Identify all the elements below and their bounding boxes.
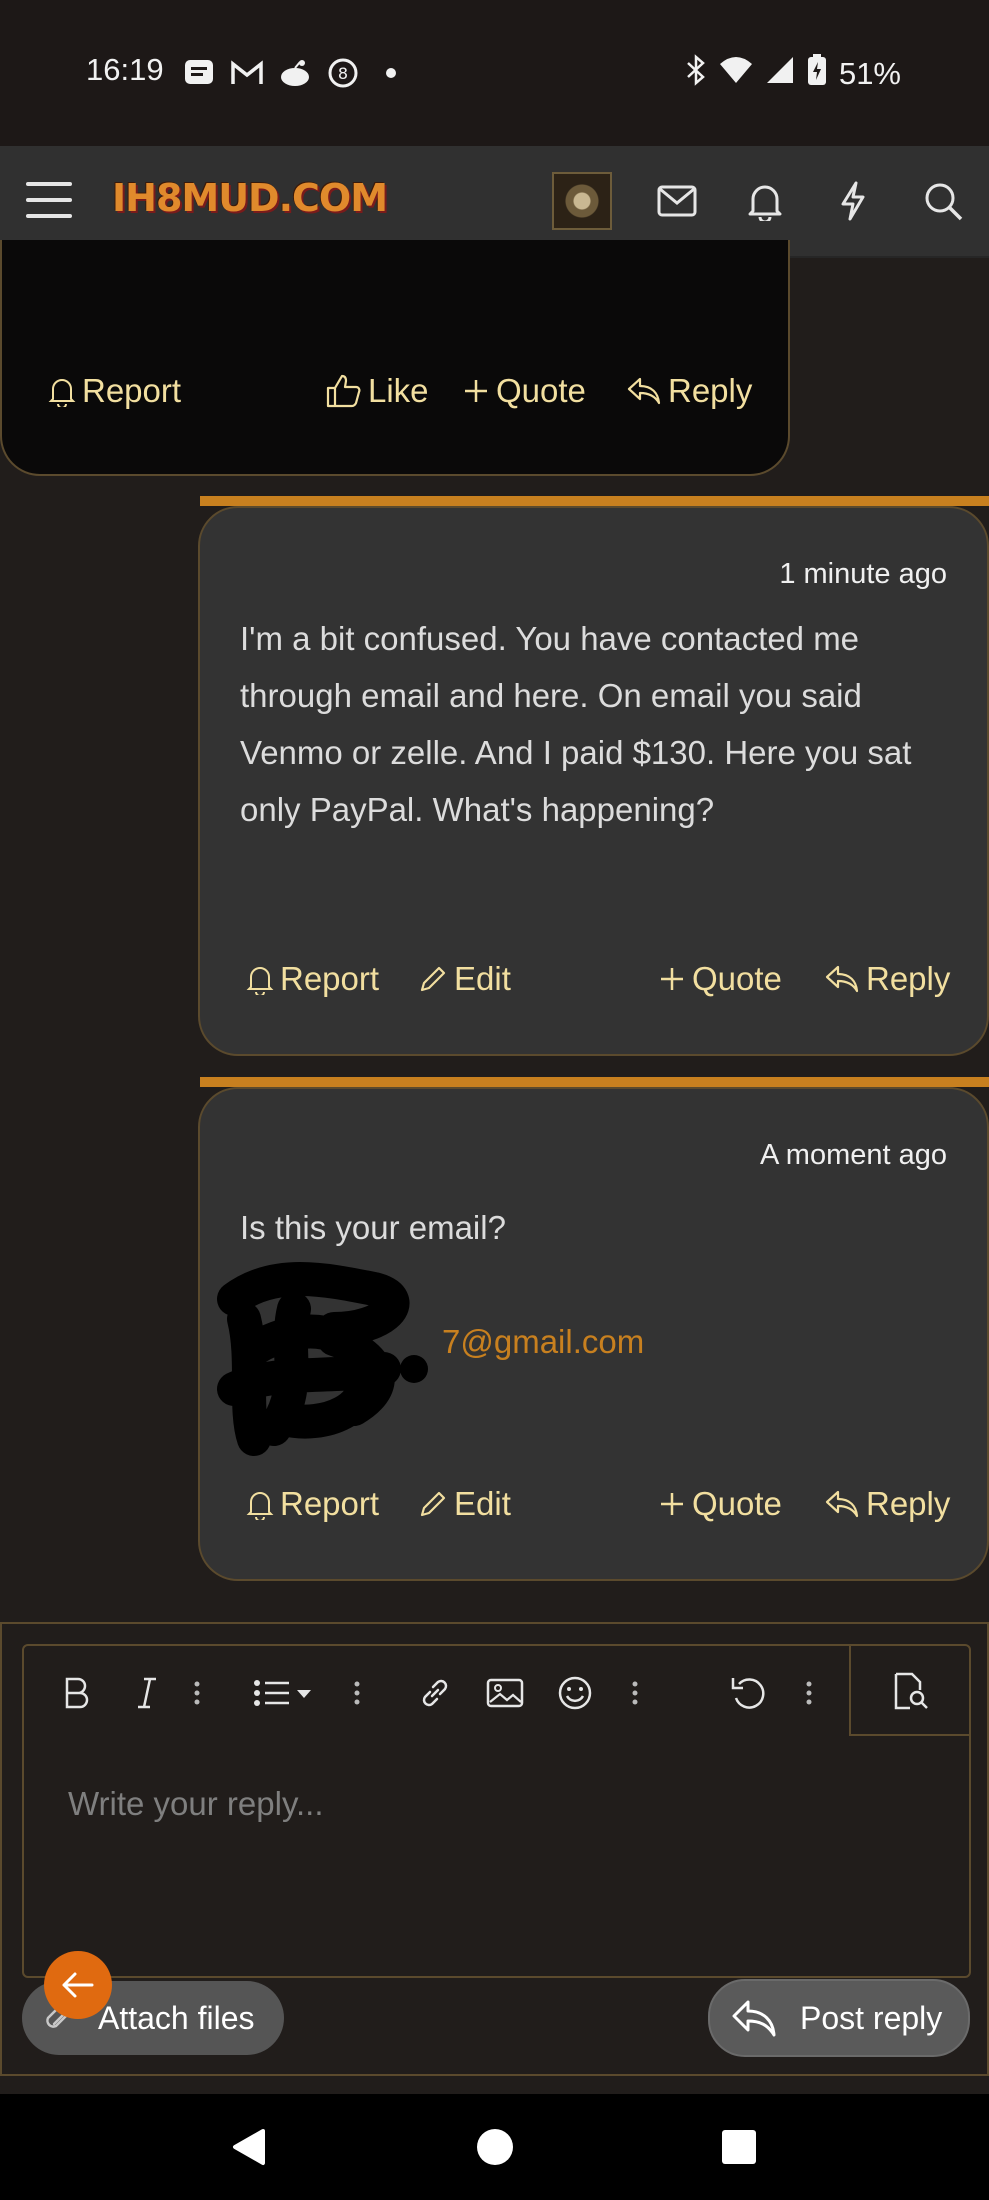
status-bar: 16:19 8 51%	[0, 0, 989, 146]
battery-percent: 51%	[838, 56, 901, 91]
back-nav-button[interactable]	[224, 2122, 274, 2172]
pencil-icon	[420, 966, 446, 992]
post-timestamp: A moment ago	[760, 1139, 947, 1171]
more-icon[interactable]	[794, 1668, 824, 1718]
email-link[interactable]: 7@gmail.com	[442, 1323, 644, 1360]
home-circle-icon	[477, 2129, 513, 2165]
post-reply-button[interactable]: Post reply	[708, 1979, 970, 2057]
edit-label: Edit	[454, 1485, 511, 1522]
dot-icon	[374, 56, 408, 90]
edit-action[interactable]: Edit	[418, 1485, 511, 1523]
quote-label: Quote	[692, 1485, 782, 1522]
bluetooth-icon	[685, 54, 707, 94]
thumbs-up-icon	[326, 374, 361, 408]
image-icon[interactable]	[480, 1668, 530, 1718]
report-label: Report	[82, 372, 182, 409]
home-nav-button[interactable]	[470, 2122, 520, 2172]
more-icon[interactable]	[342, 1668, 372, 1718]
email-link-line: 7@gmail.com	[442, 1313, 989, 1370]
quote-label: Quote	[496, 372, 586, 409]
recents-square-icon	[722, 2130, 756, 2164]
redaction-scribble	[217, 1262, 428, 1456]
arrow-left-icon	[62, 1972, 94, 1998]
post-card-previous: Report Like Quote Reply	[0, 240, 790, 476]
post-body: Is this your email?	[240, 1209, 506, 1246]
preview-toggle[interactable]	[849, 1646, 969, 1736]
battery-icon	[807, 54, 827, 94]
message-card: A moment ago Is this your email? 7@gmail…	[198, 1087, 989, 1581]
edit-action[interactable]: Edit	[418, 960, 511, 998]
avatar[interactable]	[552, 172, 612, 230]
reply-action[interactable]: Reply	[824, 960, 950, 998]
gmail-icon	[230, 56, 264, 90]
reply-icon	[732, 2000, 776, 2037]
reply-label: Reply	[668, 372, 753, 409]
edit-label: Edit	[454, 960, 511, 997]
menu-icon[interactable]	[26, 182, 72, 222]
like-action[interactable]: Like	[326, 372, 429, 410]
bell-icon	[246, 967, 274, 995]
reply-action[interactable]: Reply	[824, 1485, 950, 1523]
post-timestamp: 1 minute ago	[779, 558, 947, 590]
reddit-icon	[278, 56, 312, 90]
reply-action[interactable]: Reply	[626, 372, 752, 410]
quote-action[interactable]: Quote	[658, 1485, 782, 1523]
italic-icon[interactable]	[122, 1668, 172, 1718]
bell-icon[interactable]	[742, 178, 788, 224]
attach-label: Attach files	[98, 1999, 255, 2036]
post-reply-label: Post reply	[800, 1999, 943, 2036]
quote-action[interactable]: Quote	[462, 372, 586, 410]
quote-label: Quote	[692, 960, 782, 997]
bolt-icon[interactable]	[830, 178, 876, 224]
signal-icon	[765, 55, 795, 93]
preview-icon	[885, 1666, 935, 1716]
like-label: Like	[368, 372, 429, 409]
mail-icon[interactable]	[654, 178, 700, 224]
search-icon[interactable]	[920, 178, 966, 224]
report-action[interactable]: Report	[246, 1485, 379, 1523]
reply-icon	[627, 377, 661, 405]
bold-icon[interactable]	[52, 1668, 102, 1718]
post-accent-bar	[200, 496, 989, 506]
site-logo[interactable]: IH8MUD.COM	[112, 176, 388, 220]
post-accent-bar	[200, 1077, 989, 1087]
back-triangle-icon	[233, 2129, 265, 2165]
emoji-icon[interactable]	[550, 1668, 600, 1718]
message-card: 1 minute ago I'm a bit confused. You hav…	[198, 506, 989, 1056]
status-time: 16:19	[86, 52, 164, 87]
plus-icon	[465, 380, 487, 402]
report-action[interactable]: Report	[48, 372, 181, 410]
status-indicators: 51%	[685, 54, 901, 94]
plus-icon	[661, 968, 683, 990]
reply-label: Reply	[866, 960, 951, 997]
list-icon[interactable]	[250, 1668, 320, 1718]
report-label: Report	[280, 1485, 380, 1522]
back-fab-button[interactable]	[44, 1951, 112, 2019]
pencil-icon	[420, 1491, 446, 1517]
report-action[interactable]: Report	[246, 960, 379, 998]
reply-icon	[825, 965, 859, 993]
wifi-icon	[719, 56, 753, 92]
notification-icons: 8	[182, 56, 408, 90]
link-icon[interactable]	[410, 1668, 460, 1718]
plus-icon	[661, 1493, 683, 1515]
report-label: Report	[280, 960, 380, 997]
system-nav-bar	[0, 2094, 989, 2200]
messages-icon	[182, 56, 216, 90]
post-body: I'm a bit confused. You have contacted m…	[240, 620, 912, 828]
bell-icon	[48, 379, 76, 407]
bell-icon	[246, 1492, 274, 1520]
more-icon[interactable]	[620, 1668, 650, 1718]
recents-nav-button[interactable]	[714, 2122, 764, 2172]
svg-text:8: 8	[338, 64, 348, 83]
reply-label: Reply	[866, 1485, 951, 1522]
eight-ball-icon: 8	[326, 56, 360, 90]
more-icon[interactable]	[182, 1668, 212, 1718]
quote-action[interactable]: Quote	[658, 960, 782, 998]
undo-icon[interactable]	[724, 1668, 774, 1718]
editor-box	[22, 1644, 971, 1978]
reply-icon	[825, 1490, 859, 1518]
reply-input[interactable]	[68, 1774, 948, 1834]
